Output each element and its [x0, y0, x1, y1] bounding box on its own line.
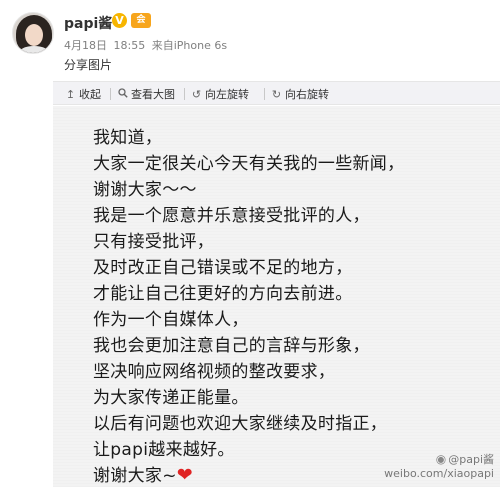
note-line-last: 谢谢大家~❤: [93, 461, 193, 486]
rotate-left-label: 向左旋转: [205, 88, 249, 101]
post-source[interactable]: iPhone 6s: [174, 39, 227, 52]
avatar-face: [25, 24, 43, 46]
note-line: 以后有问题也欢迎大家继续及时指正，: [93, 414, 388, 434]
watermark-url: weibo.com/xiaopapi: [384, 467, 494, 480]
post-text: 分享图片: [64, 58, 113, 72]
thanks-text: 谢谢大家~: [93, 466, 177, 486]
post-image[interactable]: 我知道， 大家一定很关心今天有关我的一些新闻， 谢谢大家～～ 我是一个愿意并乐意…: [53, 106, 500, 487]
post-meta: 4月18日 18:55 来自iPhone 6s: [64, 37, 230, 53]
watermark-handle: @papi酱: [448, 453, 494, 466]
collapse-label: 收起: [79, 88, 101, 101]
member-badge-icon: 会: [131, 13, 151, 28]
post-date[interactable]: 4月18日: [64, 39, 107, 52]
note-line: 坚决响应网络视频的整改要求，: [93, 362, 336, 382]
verified-badge-icon: V: [112, 13, 127, 28]
note-line: 大家一定很关心今天有关我的一些新闻，: [93, 154, 405, 174]
post-header: papi酱 V 会 4月18日 18:55 来自iPhone 6s 分享图片: [0, 0, 500, 80]
rotate-left-icon: ↺: [191, 87, 202, 101]
avatar[interactable]: [12, 12, 54, 54]
rotate-right-button[interactable]: ↻ 向右旋转: [271, 85, 329, 103]
image-toolbar: ↥ 收起 查看大图 ↺ 向左旋转 ↻ 向右旋转: [53, 81, 500, 105]
note-line: 谢谢大家～～: [93, 180, 197, 200]
weibo-logo-icon: ◉: [435, 452, 447, 466]
watermark: ◉ @papi酱 weibo.com/xiaopapi: [384, 452, 494, 481]
note-line: 才能让自己往更好的方向去前进。: [93, 284, 353, 304]
view-large-label: 查看大图: [131, 88, 175, 101]
note-line: 只有接受批评，: [93, 232, 215, 252]
avatar-body: [19, 46, 49, 53]
note-line: 作为一个自媒体人，: [93, 310, 249, 330]
collapse-icon: ↥: [65, 87, 76, 101]
note-line: 我也会更加注意自己的言辞与形象，: [93, 336, 370, 356]
note-line: 我知道，: [93, 128, 163, 148]
note-line: 及时改正自己错误或不足的地方，: [93, 258, 353, 278]
rotate-right-icon: ↻: [271, 87, 282, 101]
note-line: 为大家传递正能量。: [93, 388, 249, 408]
note-line: 让papi越来越好。: [93, 440, 235, 460]
magnifier-icon: [117, 87, 128, 101]
rotate-left-button[interactable]: ↺ 向左旋转: [191, 85, 249, 103]
note-line: 我是一个愿意并乐意接受批评的人，: [93, 206, 370, 226]
view-large-button[interactable]: 查看大图: [117, 85, 175, 103]
username[interactable]: papi酱: [64, 13, 112, 33]
rotate-right-label: 向右旋转: [285, 88, 329, 101]
toolbar-divider: [184, 88, 185, 100]
heart-icon: ❤: [176, 464, 193, 486]
source-prefix: 来自: [151, 39, 174, 52]
toolbar-divider: [110, 88, 111, 100]
toolbar-divider: [264, 88, 265, 100]
post-time[interactable]: 18:55: [114, 39, 146, 52]
collapse-button[interactable]: ↥ 收起: [65, 85, 101, 103]
